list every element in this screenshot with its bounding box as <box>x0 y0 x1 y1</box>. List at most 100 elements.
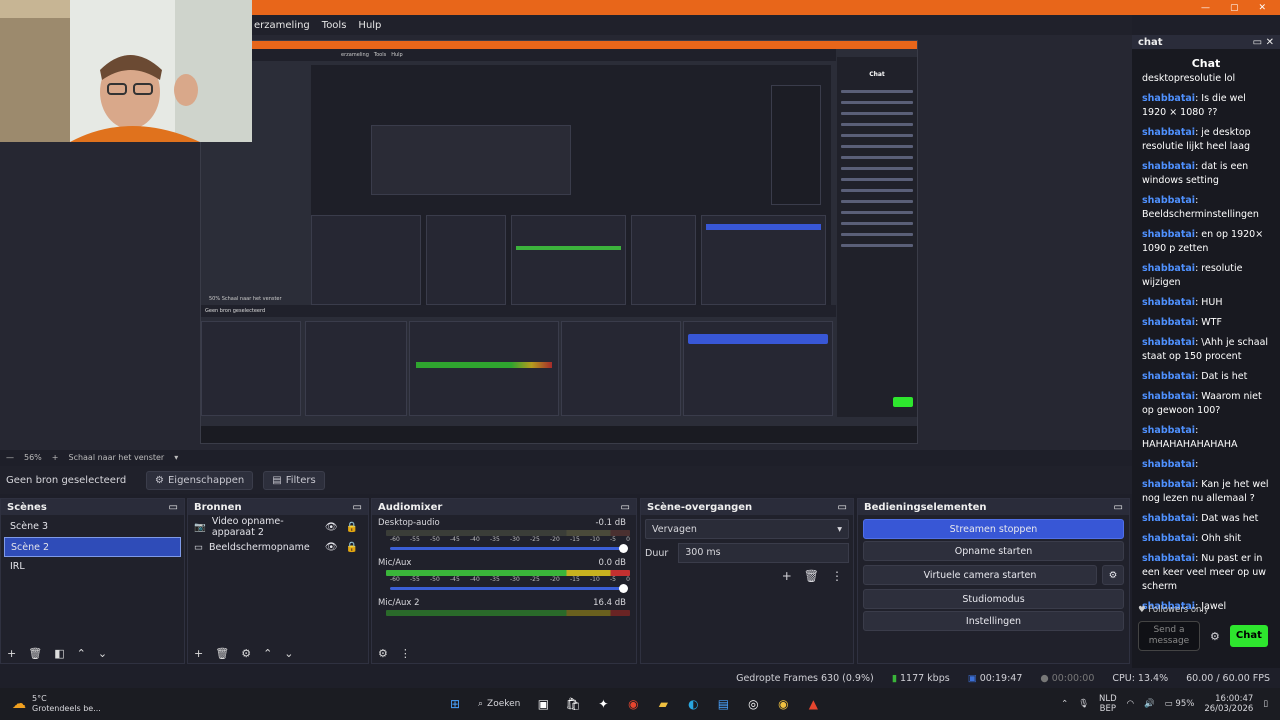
edge-icon[interactable]: ◐ <box>682 693 704 715</box>
properties-button[interactable]: ⚙ Eigenschappen <box>146 470 254 490</box>
close-icon[interactable]: ✕ <box>1266 37 1274 48</box>
move-down-icon[interactable]: ⌄ <box>98 647 107 660</box>
gear-icon[interactable]: ⚙ <box>241 647 251 660</box>
chat-username[interactable]: shabbatai <box>1142 513 1195 524</box>
menu-item-collection[interactable]: erzameling <box>254 20 310 31</box>
chat-username[interactable]: shabbatai <box>1142 337 1195 348</box>
zoom-in-icon[interactable]: + <box>52 453 59 462</box>
trash-icon[interactable]: 🗑 <box>215 647 229 660</box>
chat-username[interactable]: shabbatai <box>1142 317 1195 328</box>
dock-float-icon[interactable]: ▭ <box>1114 502 1123 513</box>
dock-title: Bedieningselementen <box>864 501 987 513</box>
add-icon[interactable]: + <box>7 647 16 660</box>
chat-messages[interactable]: desktopresolutie lol shabbatai: Is die we… <box>1132 72 1280 614</box>
chat-username[interactable]: shabbatai <box>1142 263 1195 274</box>
duration-input[interactable]: 300 ms <box>678 543 849 563</box>
chat-username[interactable]: shabbatai <box>1142 425 1195 436</box>
filters-button[interactable]: ▤ Filters <box>263 470 325 490</box>
clock[interactable]: 16:00:47 26/03/2026 <box>1204 694 1253 714</box>
lock-icon[interactable]: 🔒 <box>346 542 358 553</box>
virtual-camera-button[interactable]: Virtuele camera starten <box>863 565 1097 585</box>
chat-username[interactable]: shabbatai <box>1142 533 1195 544</box>
app-icon-2[interactable]: ▲ <box>802 693 824 715</box>
notification-icon[interactable]: ▯ <box>1263 699 1268 709</box>
add-icon[interactable]: + <box>782 569 792 583</box>
mic-icon[interactable]: 🎙 <box>1078 699 1089 709</box>
chat-username[interactable]: shabbatai <box>1142 195 1195 206</box>
chat-username[interactable]: shabbatai <box>1142 391 1195 402</box>
more-icon[interactable]: ⋮ <box>831 569 843 583</box>
chrome-icon-2[interactable]: ◉ <box>772 693 794 715</box>
chat-username[interactable]: shabbatai <box>1142 127 1195 138</box>
scene-item-selected[interactable]: Scène 2 <box>4 537 181 557</box>
weather-widget[interactable]: ☁ 5°C Grotendeels be... <box>0 694 300 714</box>
move-up-icon[interactable]: ⌃ <box>77 647 86 660</box>
studio-mode-button[interactable]: Studiomodus <box>863 589 1124 609</box>
windows-start-icon[interactable]: ⊞ <box>444 693 466 715</box>
eye-icon[interactable]: 👁 <box>325 522 338 533</box>
dock-float-icon[interactable]: ▭ <box>621 502 630 513</box>
file-explorer-icon[interactable]: ▰ <box>652 693 674 715</box>
add-icon[interactable]: + <box>194 647 203 660</box>
volume-slider[interactable] <box>390 584 628 593</box>
menu-item-help[interactable]: Hulp <box>358 20 381 31</box>
wifi-icon[interactable]: ◠ <box>1127 699 1134 709</box>
eye-icon[interactable]: 👁 <box>325 542 338 553</box>
obs-icon[interactable]: ◎ <box>742 693 764 715</box>
battery[interactable]: ▭ 95% <box>1165 699 1195 709</box>
scene-item[interactable]: Scène 3 <box>4 517 181 537</box>
widgets-icon[interactable]: ✦ <box>592 693 614 715</box>
minimize-icon[interactable]: — <box>1201 3 1210 13</box>
chat-username[interactable]: shabbatai <box>1142 459 1195 470</box>
dock-float-icon[interactable]: ▭ <box>838 502 847 513</box>
chat-username[interactable]: shabbatai <box>1142 161 1195 172</box>
move-up-icon[interactable]: ⌃ <box>263 647 272 660</box>
chat-username[interactable]: shabbatai <box>1142 553 1195 564</box>
menu-item-tools[interactable]: Tools <box>322 20 347 31</box>
gear-icon[interactable]: ⚙ <box>1210 630 1220 643</box>
chevron-up-icon[interactable]: ⌃ <box>1061 699 1068 709</box>
chrome-icon[interactable]: ◉ <box>622 693 644 715</box>
trash-icon[interactable]: 🗑 <box>804 569 819 583</box>
chat-input[interactable]: Send a message <box>1138 621 1200 651</box>
stop-streaming-button[interactable]: Streamen stoppen <box>863 519 1124 539</box>
volume-icon[interactable]: 🔊 <box>1144 699 1155 709</box>
dock-float-icon[interactable]: ▭ <box>169 502 178 513</box>
chat-message: shabbatai: HAHAHAHAHAHAHA <box>1142 424 1272 452</box>
start-recording-button[interactable]: Opname starten <box>863 541 1124 561</box>
zoom-mode[interactable]: Schaal naar het venster <box>68 453 164 462</box>
source-item[interactable]: 📷 Video opname-apparaat 2 👁 🔒 <box>188 516 368 538</box>
app-icon[interactable]: ▤ <box>712 693 734 715</box>
lock-icon[interactable]: 🔒 <box>346 522 358 533</box>
source-item[interactable]: ▭ Beeldschermopname 👁 🔒 <box>188 537 368 557</box>
chat-username[interactable]: shabbatai <box>1142 229 1195 240</box>
move-down-icon[interactable]: ⌄ <box>284 647 293 660</box>
trash-icon[interactable]: 🗑 <box>28 647 42 660</box>
gear-icon[interactable]: ⚙ <box>1102 565 1124 585</box>
chevron-down-icon[interactable]: ▾ <box>174 453 178 462</box>
filter-icon[interactable]: ◧ <box>54 647 64 660</box>
volume-slider[interactable] <box>390 544 628 553</box>
chat-send-button[interactable]: Chat <box>1229 625 1268 647</box>
scene-item[interactable]: IRL <box>4 557 181 577</box>
language[interactable]: NLD <box>1099 694 1117 704</box>
transition-select[interactable]: Vervagen ▾ <box>645 519 849 539</box>
task-view-icon[interactable]: ▣ <box>532 693 554 715</box>
controls-dock: Bedieningselementen ▭ Streamen stoppen Op… <box>857 498 1130 664</box>
settings-button[interactable]: Instellingen <box>863 611 1124 631</box>
chat-message: shabbatai: Ohh shit <box>1142 532 1272 546</box>
dock-float-icon[interactable]: ▭ <box>353 502 362 513</box>
chat-username[interactable]: shabbatai <box>1142 479 1195 490</box>
chat-username[interactable]: shabbatai <box>1142 371 1195 382</box>
store-icon[interactable]: 🛍 <box>562 693 584 715</box>
mixer-settings-icon[interactable]: ⚙ <box>378 647 388 660</box>
close-icon[interactable]: ✕ <box>1258 3 1266 13</box>
maximize-icon[interactable]: ▢ <box>1230 3 1239 13</box>
chat-username[interactable]: shabbatai <box>1142 93 1195 104</box>
chat-username[interactable]: shabbatai <box>1142 297 1195 308</box>
dock-float-icon[interactable]: ▭ <box>1253 37 1262 48</box>
stream-icon: ▣ <box>967 672 977 684</box>
search-box[interactable]: ⌕ Zoeken <box>470 693 528 715</box>
more-icon[interactable]: ⋮ <box>400 647 411 660</box>
zoom-out-icon[interactable]: — <box>6 453 14 462</box>
